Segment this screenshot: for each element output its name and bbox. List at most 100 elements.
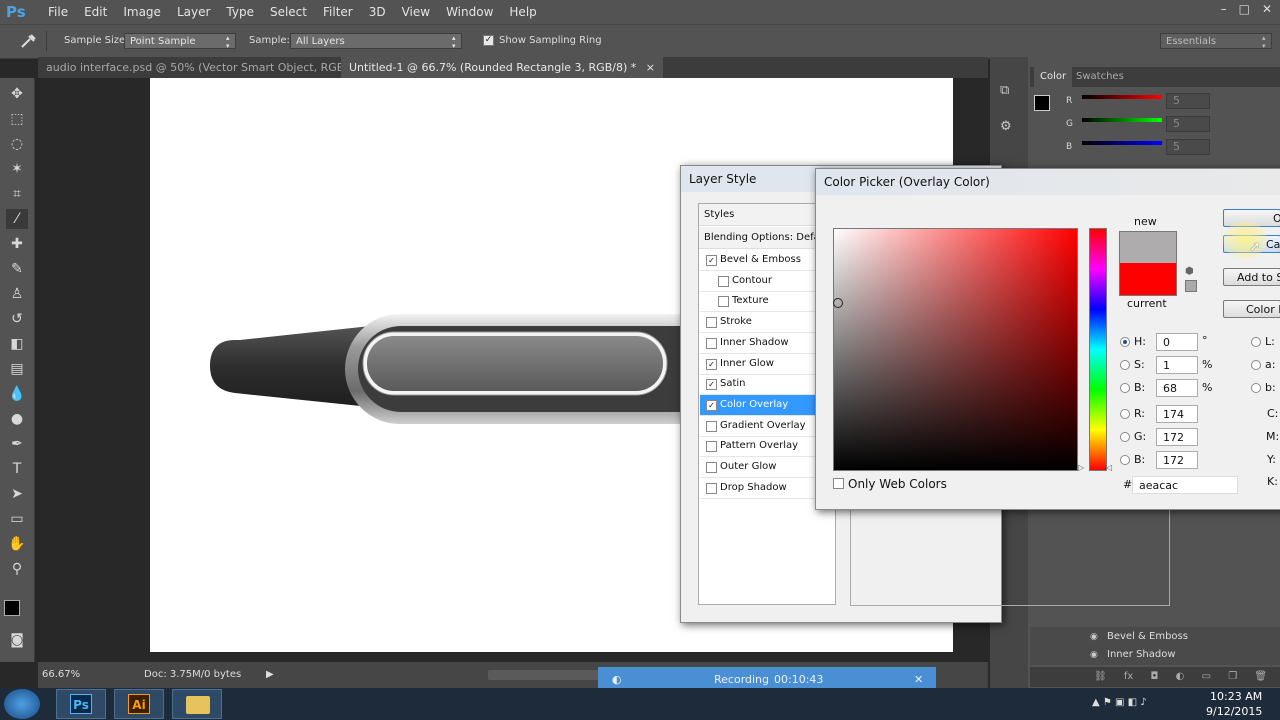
style-checkbox[interactable]: ✓	[706, 379, 717, 391]
close-button[interactable]: ✕	[1262, 2, 1272, 16]
g-field[interactable]: 172	[1156, 428, 1198, 446]
web-safe-icon[interactable]	[1185, 280, 1197, 292]
hex-field[interactable]: aeacac	[1132, 476, 1238, 494]
style-item[interactable]: Stroke	[700, 312, 818, 334]
field-picker-circle[interactable]	[833, 298, 843, 308]
pen-tool-icon[interactable]: ✒	[6, 434, 28, 454]
foreground-color-swatch[interactable]	[4, 600, 20, 616]
style-item[interactable]: Inner Shadow	[700, 333, 818, 354]
style-item[interactable]: Contour	[700, 271, 818, 292]
style-checkbox[interactable]	[706, 462, 717, 473]
stamp-tool-icon[interactable]: ♙	[6, 284, 28, 304]
radio-l[interactable]	[1251, 337, 1261, 347]
style-checkbox[interactable]: ✓	[706, 399, 717, 411]
shape-tool-icon[interactable]: ▭	[6, 509, 28, 529]
saturation-brightness-field[interactable]	[833, 228, 1078, 471]
brush-tool-icon[interactable]: ✎	[6, 259, 28, 279]
effect-bevel-emboss[interactable]: Bevel & Emboss	[1107, 631, 1188, 642]
style-item[interactable]: Drop Shadow	[700, 478, 818, 499]
style-checkbox[interactable]	[706, 441, 717, 453]
sample-dropdown[interactable]: All Layers	[290, 33, 462, 50]
eraser-tool-icon[interactable]: ◧	[6, 334, 28, 354]
menu-image[interactable]: Image	[115, 0, 169, 24]
eyedropper-tool-icon[interactable]: ⁄	[6, 209, 28, 229]
b-field[interactable]: 68	[1156, 379, 1198, 397]
menu-view[interactable]: View	[394, 0, 438, 24]
hue-left-arrow-icon[interactable]: ▷	[1078, 463, 1084, 472]
status-arrow-icon[interactable]: ▶	[266, 662, 274, 688]
radio-a[interactable]	[1251, 360, 1261, 370]
tab-close-icon[interactable]: ×	[646, 61, 655, 74]
r-field[interactable]: 174	[1156, 405, 1198, 423]
style-item[interactable]: ✓ Satin	[700, 374, 818, 396]
slider-g-value[interactable]: 5	[1166, 116, 1210, 132]
style-item[interactable]: Texture	[700, 291, 818, 313]
tray-icons[interactable]: ▲ ⚑ ▣ ◧ ♪	[1092, 697, 1147, 708]
menu-layer[interactable]: Layer	[169, 0, 218, 24]
history-brush-tool-icon[interactable]: ↺	[6, 309, 28, 329]
start-button[interactable]	[4, 689, 40, 719]
hue-slider[interactable]	[1089, 228, 1107, 471]
menu-select[interactable]: Select	[262, 0, 315, 24]
radio-lab-b[interactable]	[1251, 383, 1261, 393]
slider-r-value[interactable]: 5	[1166, 93, 1210, 109]
blue-field[interactable]: 172	[1156, 451, 1198, 469]
add-to-swatches-button[interactable]: Add to S	[1223, 268, 1280, 286]
hand-tool-icon[interactable]: ✋	[6, 534, 28, 554]
slider-r-track[interactable]	[1082, 95, 1162, 99]
radio-s[interactable]	[1120, 360, 1130, 370]
style-item[interactable]: Gradient Overlay	[700, 416, 818, 437]
s-field[interactable]: 1	[1156, 356, 1198, 374]
radio-b[interactable]	[1120, 383, 1130, 393]
adjustments-icon[interactable]: ⚙	[1000, 119, 1012, 134]
workspace-dropdown[interactable]: Essentials	[1160, 33, 1272, 50]
maximize-button[interactable]: □	[1239, 2, 1250, 16]
minimize-button[interactable]: –	[1221, 2, 1227, 16]
tab-color[interactable]: Color	[1034, 67, 1073, 87]
adjust-icon[interactable]: ◐	[1176, 671, 1185, 682]
slider-b-track[interactable]	[1082, 141, 1162, 145]
taskbar-illustrator[interactable]: Ai	[114, 689, 164, 719]
menu-file[interactable]: File	[40, 0, 76, 24]
radio-r[interactable]	[1120, 409, 1130, 419]
lasso-tool-icon[interactable]: ◌	[6, 134, 28, 154]
out-of-gamut-icon[interactable]: ⬢	[1185, 266, 1194, 277]
style-item[interactable]: ✓ Color Overlay	[700, 394, 818, 416]
menu-filter[interactable]: Filter	[315, 0, 361, 24]
quick-mask-icon[interactable]: ◙	[6, 630, 28, 650]
eye-icon[interactable]: ◉	[1090, 650, 1098, 660]
only-web-colors-checkbox[interactable]	[833, 478, 844, 489]
blur-tool-icon[interactable]: 💧	[6, 384, 28, 404]
color-libraries-button[interactable]: Color L	[1223, 300, 1280, 318]
style-checkbox[interactable]	[706, 420, 717, 432]
fg-color-swatch[interactable]	[1034, 95, 1050, 111]
radio-g[interactable]	[1120, 432, 1130, 442]
taskbar-explorer[interactable]	[172, 689, 222, 719]
sample-size-dropdown[interactable]: Point Sample	[124, 33, 236, 50]
fx-icon[interactable]: fx	[1124, 671, 1133, 682]
trash-icon[interactable]: 🗑	[1254, 671, 1267, 682]
slider-g-track[interactable]	[1082, 118, 1162, 122]
healing-tool-icon[interactable]: ✚	[6, 234, 28, 254]
style-item[interactable]: Pattern Overlay	[700, 436, 818, 458]
tab-audio-interface[interactable]: audio interface.psd @ 50% (Vector Smart …	[38, 57, 367, 78]
style-item[interactable]: ✓ Bevel & Emboss	[700, 250, 818, 271]
tab-swatches[interactable]: Swatches	[1070, 67, 1130, 87]
marquee-tool-icon[interactable]: ⬚	[6, 109, 28, 129]
style-checkbox[interactable]	[718, 296, 729, 308]
slider-b-value[interactable]: 5	[1166, 139, 1210, 155]
current-color-swatch[interactable]	[1119, 263, 1177, 296]
style-checkbox[interactable]	[718, 275, 729, 287]
menu-help[interactable]: Help	[501, 0, 544, 24]
radio-h[interactable]	[1120, 337, 1130, 347]
style-checkbox[interactable]	[706, 337, 717, 349]
menu-type[interactable]: Type	[218, 0, 262, 24]
menu-window[interactable]: Window	[438, 0, 501, 24]
sampling-ring-checkbox[interactable]: ✓	[483, 35, 494, 46]
style-checkbox[interactable]: ✓	[706, 358, 717, 370]
radio-blue[interactable]	[1120, 455, 1130, 465]
dodge-tool-icon[interactable]: ●	[6, 409, 28, 429]
gradient-tool-icon[interactable]: ▤	[6, 359, 28, 379]
menu-edit[interactable]: Edit	[76, 0, 115, 24]
zoom-level[interactable]: 66.67%	[42, 662, 80, 688]
